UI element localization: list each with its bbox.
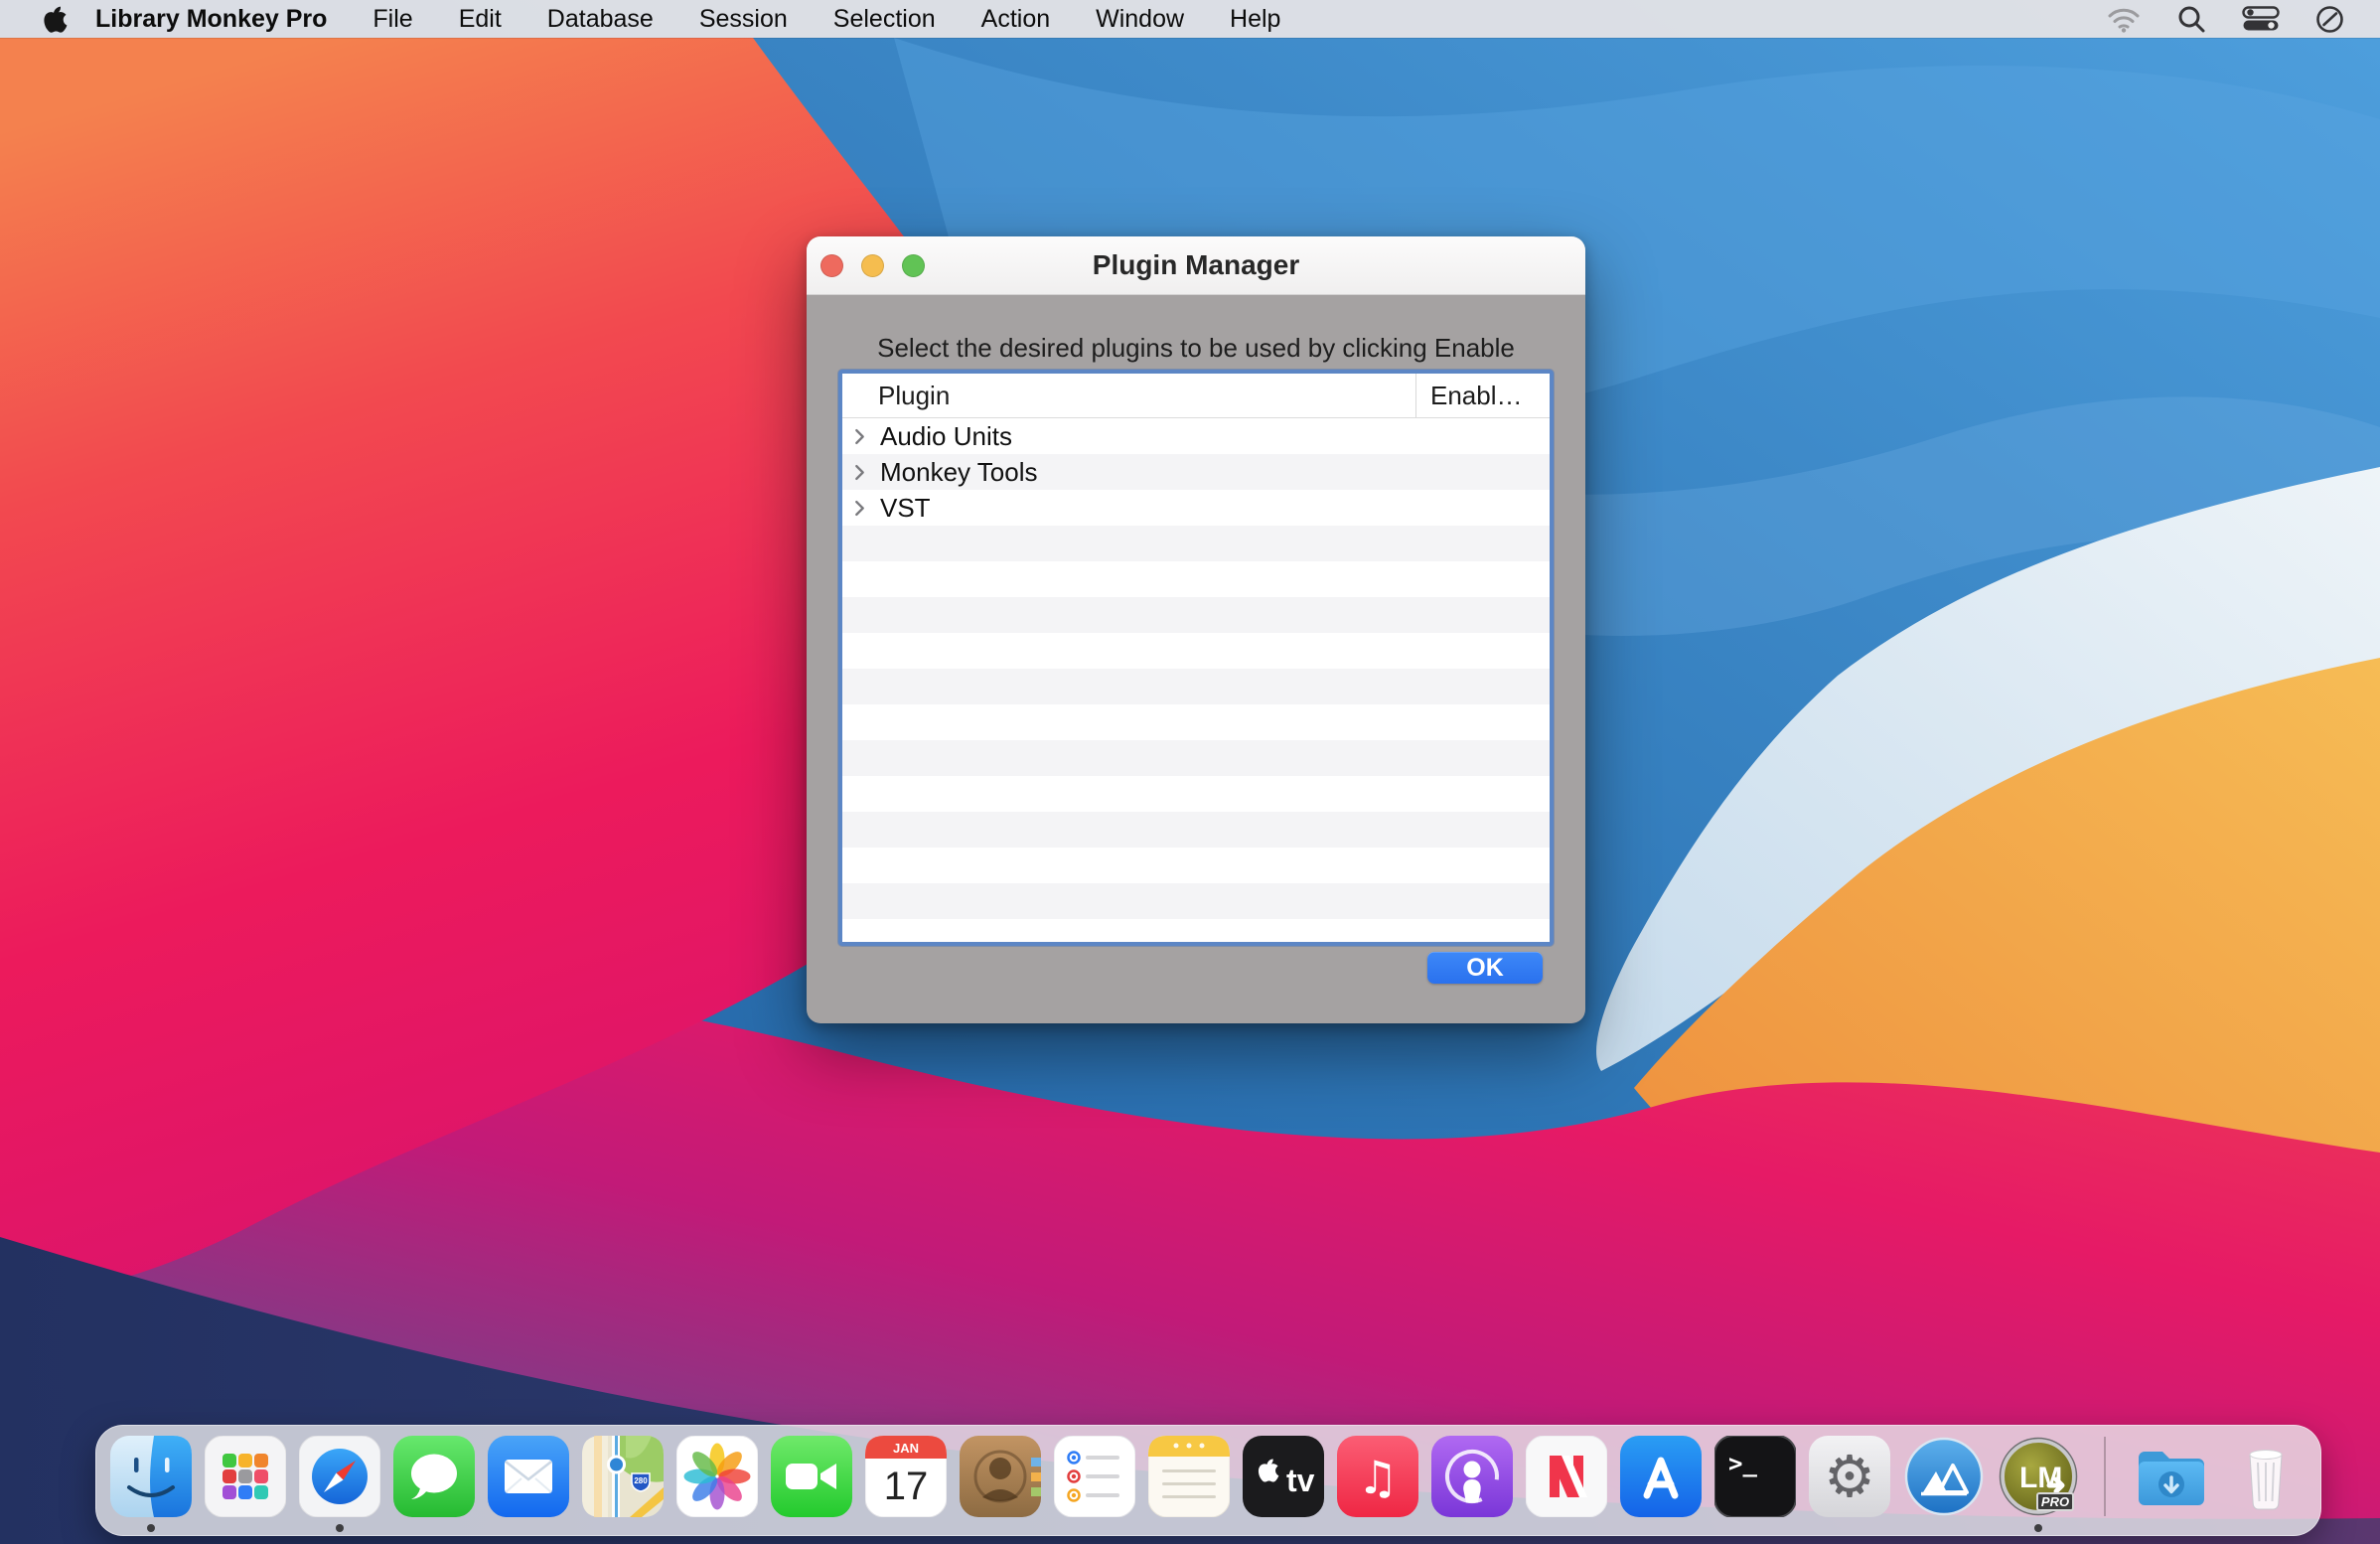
svg-text:>_: >_: [1728, 1450, 1757, 1477]
plugin-row-monkey-tools[interactable]: Monkey Tools: [842, 454, 1550, 490]
trash-icon[interactable]: [2225, 1436, 2306, 1535]
menu-item-session[interactable]: Session: [699, 5, 788, 33]
apple-menu-icon[interactable]: [44, 5, 68, 33]
plugin-row-label: Monkey Tools: [880, 457, 1038, 488]
menu-items: File Edit Database Session Selection Action Wi…: [372, 5, 1326, 34]
svg-text:JAN: JAN: [893, 1441, 919, 1456]
app-store-icon[interactable]: [1620, 1436, 1702, 1535]
minimize-button[interactable]: [861, 254, 884, 277]
menu-item-window[interactable]: Window: [1096, 5, 1184, 33]
disclosure-triangle-icon[interactable]: [854, 428, 870, 444]
zoom-button[interactable]: [902, 254, 925, 277]
music-icon[interactable]: ♫: [1337, 1436, 1418, 1535]
finder-icon[interactable]: [110, 1436, 192, 1535]
calendar-icon[interactable]: JAN 17: [865, 1436, 947, 1535]
menu-item-help[interactable]: Help: [1230, 5, 1280, 33]
plugin-table: Plugin Enabl… Audio Units Monkey Tools VST: [838, 370, 1554, 946]
podcasts-icon[interactable]: [1431, 1436, 1513, 1535]
plugin-row-label: Audio Units: [880, 421, 1012, 452]
downloads-folder-icon[interactable]: [2131, 1436, 2212, 1535]
spotlight-search-icon[interactable]: [2176, 4, 2206, 34]
svg-text:17: 17: [884, 1465, 929, 1508]
safari-icon[interactable]: [299, 1436, 380, 1535]
news-icon[interactable]: [1526, 1436, 1607, 1535]
menu-item-action[interactable]: Action: [981, 5, 1050, 33]
control-center-icon[interactable]: [2242, 6, 2280, 32]
messages-icon[interactable]: [393, 1436, 475, 1535]
wifi-icon[interactable]: [2107, 5, 2141, 33]
svg-text:tv: tv: [1286, 1463, 1315, 1498]
running-indicator: [336, 1524, 344, 1532]
disclosure-triangle-icon[interactable]: [854, 500, 870, 516]
reminders-icon[interactable]: [1054, 1436, 1135, 1535]
menu-status-icons: [2107, 4, 2344, 34]
dock: 280 JAN 17 tv ♫ >_ ⚙ LMPRO: [95, 1425, 2321, 1536]
plugin-row-label: VST: [880, 493, 931, 524]
window-title-bar[interactable]: Plugin Manager: [807, 236, 1585, 295]
mail-icon[interactable]: [488, 1436, 569, 1535]
clock-icon[interactable]: [2315, 5, 2344, 34]
running-indicator: [147, 1524, 155, 1532]
close-button[interactable]: [820, 254, 843, 277]
desktop: Library Monkey Pro File Edit Database Sessi…: [0, 0, 2380, 1544]
svg-text:PRO: PRO: [2041, 1494, 2069, 1509]
menu-item-database[interactable]: Database: [547, 5, 654, 33]
photos-icon[interactable]: [676, 1436, 758, 1535]
terminal-icon[interactable]: >_: [1714, 1436, 1796, 1535]
ok-button[interactable]: OK: [1427, 952, 1543, 984]
table-header: Plugin Enabl…: [842, 374, 1550, 418]
svg-text:♫: ♫: [1357, 1451, 1398, 1504]
menu-item-file[interactable]: File: [372, 5, 412, 33]
menu-item-edit[interactable]: Edit: [459, 5, 502, 33]
svg-text:⚙: ⚙: [1824, 1443, 1875, 1510]
plugin-manager-window: Plugin Manager Select the desired plugin…: [807, 236, 1585, 1023]
menu-item-selection[interactable]: Selection: [833, 5, 936, 33]
svg-text:280: 280: [634, 1476, 648, 1485]
notes-icon[interactable]: [1148, 1436, 1230, 1535]
facetime-icon[interactable]: [771, 1436, 852, 1535]
maps-icon[interactable]: 280: [582, 1436, 664, 1535]
instruction-text: Select the desired plugins to be used by…: [807, 333, 1585, 364]
library-monkey-pro-icon[interactable]: LMPRO: [1998, 1436, 2079, 1535]
column-header-enabled[interactable]: Enabl…: [1415, 374, 1550, 417]
plugin-row-audio-units[interactable]: Audio Units: [842, 418, 1550, 454]
menu-bar: Library Monkey Pro File Edit Database Sessi…: [0, 0, 2380, 38]
contacts-icon[interactable]: [960, 1436, 1041, 1535]
column-header-plugin[interactable]: Plugin: [842, 381, 1415, 411]
launchpad-icon[interactable]: [205, 1436, 286, 1535]
traffic-lights: [820, 236, 925, 294]
plugin-row-vst[interactable]: VST: [842, 490, 1550, 526]
dock-separator: [2104, 1437, 2106, 1516]
blue-mountain-app-icon[interactable]: [1903, 1436, 1985, 1535]
plugin-table-body: Audio Units Monkey Tools VST: [842, 418, 1550, 946]
system-preferences-icon[interactable]: ⚙: [1809, 1436, 1890, 1535]
app-menu-title[interactable]: Library Monkey Pro: [95, 5, 327, 34]
disclosure-triangle-icon[interactable]: [854, 464, 870, 480]
apple-tv-icon[interactable]: tv: [1243, 1436, 1324, 1535]
running-indicator: [2034, 1524, 2042, 1532]
